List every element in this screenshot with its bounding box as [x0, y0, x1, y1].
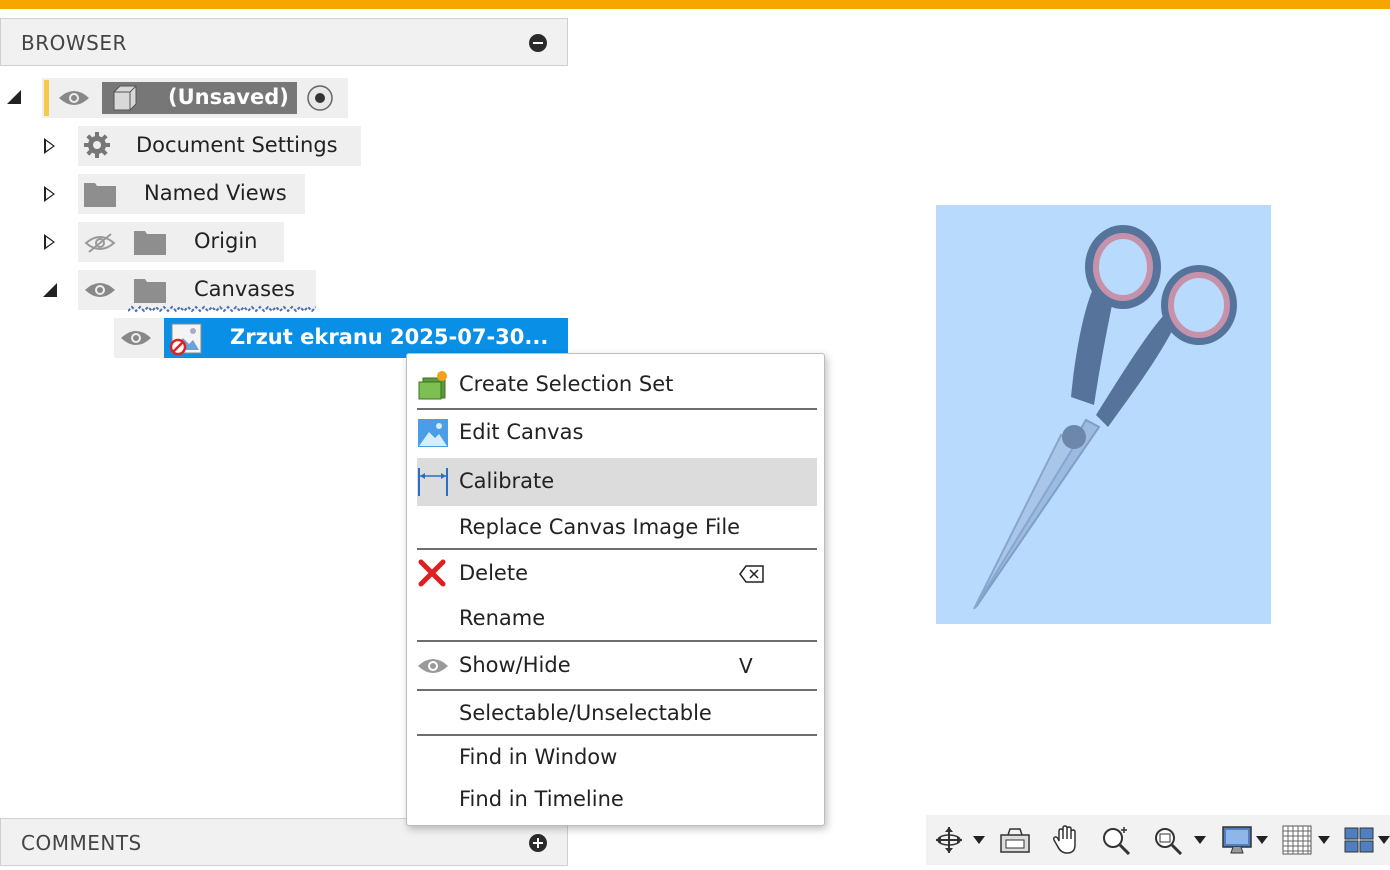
menu-item-replace-canvas-image[interactable]: Replace Canvas Image File [417, 506, 817, 550]
eye-icon[interactable] [120, 329, 152, 347]
tree-label-origin: Origin [194, 229, 258, 253]
pan-hand-icon[interactable] [1050, 825, 1084, 855]
gear-icon [83, 131, 111, 159]
eye-icon[interactable] [84, 281, 116, 299]
activate-radio-icon[interactable] [306, 84, 334, 112]
look-at-icon[interactable] [998, 825, 1032, 855]
orbit-icon[interactable] [932, 825, 966, 855]
root-label: (Unsaved) [168, 85, 289, 109]
eye-hidden-icon[interactable] [84, 233, 116, 253]
menu-item-find-in-window[interactable]: Find in Window [417, 737, 817, 781]
warning-underline [127, 298, 317, 313]
component-cube-icon [110, 84, 138, 112]
eye-icon [417, 657, 449, 675]
comments-title: COMMENTS [21, 831, 142, 855]
menu-separator [417, 408, 817, 410]
menu-separator [417, 689, 817, 691]
browser-title: BROWSER [21, 31, 127, 55]
expand-toggle-root[interactable] [7, 90, 21, 104]
fit-zoom-icon[interactable] [1152, 825, 1186, 856]
menu-item-calibrate[interactable]: Calibrate [417, 458, 817, 506]
backspace-key-icon [739, 565, 765, 583]
browser-panel-header[interactable]: BROWSER [0, 18, 568, 66]
context-menu: Create Selection Set Edit Canvas Calibra… [406, 353, 825, 826]
expand-toggle-document-settings[interactable] [44, 138, 55, 154]
zoom-icon[interactable] [1100, 825, 1134, 856]
active-marker [44, 80, 49, 116]
app-top-accent-bar [0, 0, 1390, 9]
menu-separator [417, 640, 817, 642]
delete-icon [417, 558, 447, 588]
menu-item-rename[interactable]: Rename [417, 598, 817, 642]
chevron-down-icon[interactable] [1318, 836, 1330, 844]
collapse-panel-icon[interactable] [529, 34, 547, 52]
folder-icon [83, 180, 117, 208]
canvas-image-icon [169, 322, 203, 356]
chevron-down-icon[interactable] [973, 836, 985, 844]
shortcut-label: V [739, 654, 753, 678]
display-settings-icon[interactable] [1220, 825, 1254, 855]
expand-toggle-origin[interactable] [44, 234, 55, 250]
calibrate-icon [417, 466, 449, 498]
chevron-down-icon[interactable] [1256, 836, 1268, 844]
tree-label-document-settings: Document Settings [136, 133, 338, 157]
chevron-down-icon[interactable] [1378, 836, 1390, 844]
chevron-down-icon[interactable] [1194, 836, 1206, 844]
menu-separator [417, 734, 817, 736]
expand-panel-icon[interactable] [529, 834, 547, 852]
selection-set-icon [417, 369, 449, 401]
expand-toggle-named-views[interactable] [44, 186, 55, 202]
folder-icon [133, 228, 167, 256]
grid-icon[interactable] [1280, 825, 1314, 855]
viewports-icon[interactable] [1342, 825, 1376, 855]
navigation-toolbar [926, 815, 1390, 865]
menu-separator [417, 548, 817, 550]
eye-icon[interactable] [58, 89, 90, 107]
menu-item-delete[interactable]: Delete [417, 552, 817, 596]
expand-toggle-canvases[interactable] [43, 283, 57, 297]
canvas-image[interactable] [936, 205, 1271, 624]
edit-canvas-icon [417, 418, 449, 448]
menu-item-edit-canvas[interactable]: Edit Canvas [417, 412, 817, 456]
scissors-icon [973, 225, 1237, 610]
menu-item-show-hide[interactable]: Show/Hide V [417, 644, 817, 688]
menu-item-selectable[interactable]: Selectable/Unselectable [417, 692, 817, 736]
tree-label-canvas: Zrzut ekranu 2025-07-30... [230, 325, 549, 349]
menu-item-create-selection-set[interactable]: Create Selection Set [417, 362, 817, 406]
menu-item-find-in-timeline[interactable]: Find in Timeline [417, 779, 817, 823]
tree-label-named-views: Named Views [144, 181, 287, 205]
